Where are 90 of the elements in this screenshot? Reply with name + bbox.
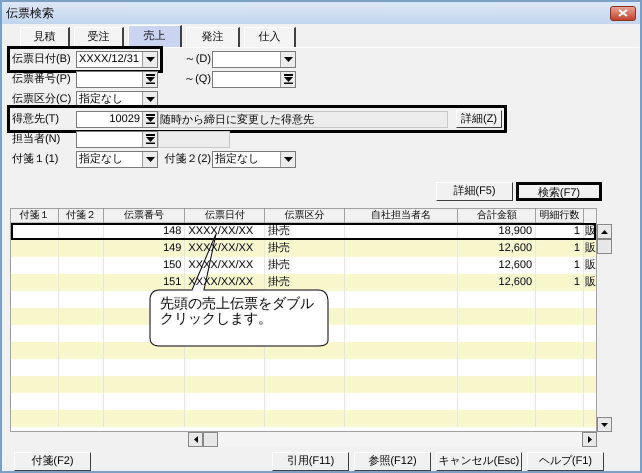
scroll-thumb[interactable] <box>203 432 218 447</box>
tab[interactable]: 受注 <box>74 27 124 47</box>
filter-arrow-icon <box>284 74 292 84</box>
tab[interactable]: 見積 <box>20 27 70 47</box>
table-cell: 販 <box>585 259 596 271</box>
dropdown-button[interactable] <box>142 92 157 106</box>
dropdown-button[interactable] <box>280 72 295 86</box>
scroll-down-button[interactable] <box>597 417 612 432</box>
dropdown-button[interactable] <box>280 52 295 66</box>
tab[interactable]: 発注 <box>186 27 240 47</box>
dropdown-arrow-icon <box>146 156 154 162</box>
dropdown-button[interactable] <box>280 152 295 166</box>
detail-button[interactable]: 詳細(F5) <box>436 182 513 201</box>
field-value: 10029 <box>108 112 141 127</box>
filter-arrow-icon <box>146 134 154 144</box>
table-cell: 掛売 <box>268 259 290 271</box>
table-cell: 1 <box>574 276 580 288</box>
scroll-thumb[interactable] <box>597 239 612 254</box>
field-label: ～(Q) <box>183 72 212 87</box>
filter-arrow-icon <box>146 114 154 124</box>
scroll-up-button[interactable] <box>597 224 612 239</box>
combo-box[interactable]: XXXX/12/31 <box>76 50 158 68</box>
field-value: 指定なし <box>214 152 260 167</box>
table-cell: 151 <box>163 276 182 288</box>
window-title: 伝票検索 <box>6 5 54 22</box>
table-cell: 掛売 <box>268 242 290 254</box>
right-arrow-icon <box>588 436 592 443</box>
table-cell: 販 <box>585 225 596 237</box>
table-cell: 148 <box>163 225 182 237</box>
table-cell: 12,600 <box>498 276 532 288</box>
combo-box[interactable] <box>76 70 158 88</box>
table-cell: 掛売 <box>268 276 290 288</box>
left-arrow-icon <box>194 436 198 443</box>
field-label: 伝票日付(B) <box>12 52 72 67</box>
table-cell: 掛売 <box>268 225 290 237</box>
field-label: 伝票区分(C) <box>12 92 72 107</box>
combo-box[interactable]: 10029 <box>76 110 158 128</box>
table-cell: XXXX/XX/XX <box>188 225 254 237</box>
field-label: ～(D) <box>184 52 212 67</box>
table-cell: 12,600 <box>498 259 532 271</box>
field-value: 指定なし <box>78 92 124 107</box>
search-button[interactable]: 検索(F7) <box>516 182 602 201</box>
table-cell: 販 <box>585 242 596 254</box>
field-label: 伝票番号(P) <box>12 72 72 87</box>
table-cell: 1 <box>574 259 580 271</box>
table-cell: 149 <box>163 242 182 254</box>
dropdown-button[interactable] <box>142 52 157 66</box>
scroll-left-button[interactable] <box>188 432 203 447</box>
action-button[interactable]: 付箋(F2) <box>14 452 91 471</box>
dropdown-button[interactable] <box>142 72 157 86</box>
field-label: 担当者(N) <box>12 132 62 147</box>
scroll-right-button[interactable] <box>582 432 597 447</box>
down-arrow-icon <box>601 422 608 426</box>
table-cell: 販 <box>585 276 596 288</box>
filter-arrow-icon <box>146 74 154 84</box>
table-cell: 150 <box>163 259 182 271</box>
table-cell: 18,900 <box>498 225 532 237</box>
action-button[interactable]: 参照(F12) <box>354 452 431 471</box>
close-button[interactable] <box>610 6 636 20</box>
tab[interactable]: 売上 <box>128 25 182 47</box>
combo-box[interactable] <box>76 130 158 148</box>
tab[interactable]: 仕入 <box>244 27 296 47</box>
dropdown-arrow-icon <box>146 56 154 62</box>
dropdown-button[interactable] <box>142 152 157 166</box>
field-label: 付箋２(2) <box>164 152 212 167</box>
table-cell: 12,600 <box>498 242 532 254</box>
field-value: XXXX/12/31 <box>78 52 140 67</box>
combo-box[interactable]: 指定なし <box>212 150 296 168</box>
action-button[interactable]: ヘルプ(F1) <box>527 452 604 471</box>
action-button[interactable]: 引用(F11) <box>272 452 349 471</box>
dropdown-arrow-icon <box>284 56 292 62</box>
table-row[interactable]: 148 XXXX/XX/XX 掛売 18,900 1 販 <box>11 223 596 240</box>
dropdown-button[interactable] <box>142 132 157 146</box>
dropdown-arrow-icon <box>284 156 292 162</box>
display-field: 随時から締日に変更した得意先 <box>158 110 448 128</box>
callout-text: 先頭の売上伝票をダブルクリックします。 <box>160 296 315 326</box>
dropdown-arrow-icon <box>146 96 154 102</box>
table-cell: 1 <box>574 242 580 254</box>
action-button[interactable]: キャンセル(Esc) <box>436 452 522 471</box>
combo-box[interactable] <box>212 70 296 88</box>
dropdown-button[interactable] <box>142 112 157 126</box>
field-label: 付箋１(1) <box>12 152 60 167</box>
table-cell: 1 <box>574 225 580 237</box>
detail-button[interactable]: 詳細(Z) <box>456 110 502 128</box>
combo-box[interactable]: 指定なし <box>76 150 158 168</box>
close-icon <box>618 9 628 17</box>
field-value: 指定なし <box>78 152 124 167</box>
up-arrow-icon <box>601 230 608 234</box>
display-field <box>158 130 230 148</box>
field-label: 得意先(T) <box>12 112 60 127</box>
